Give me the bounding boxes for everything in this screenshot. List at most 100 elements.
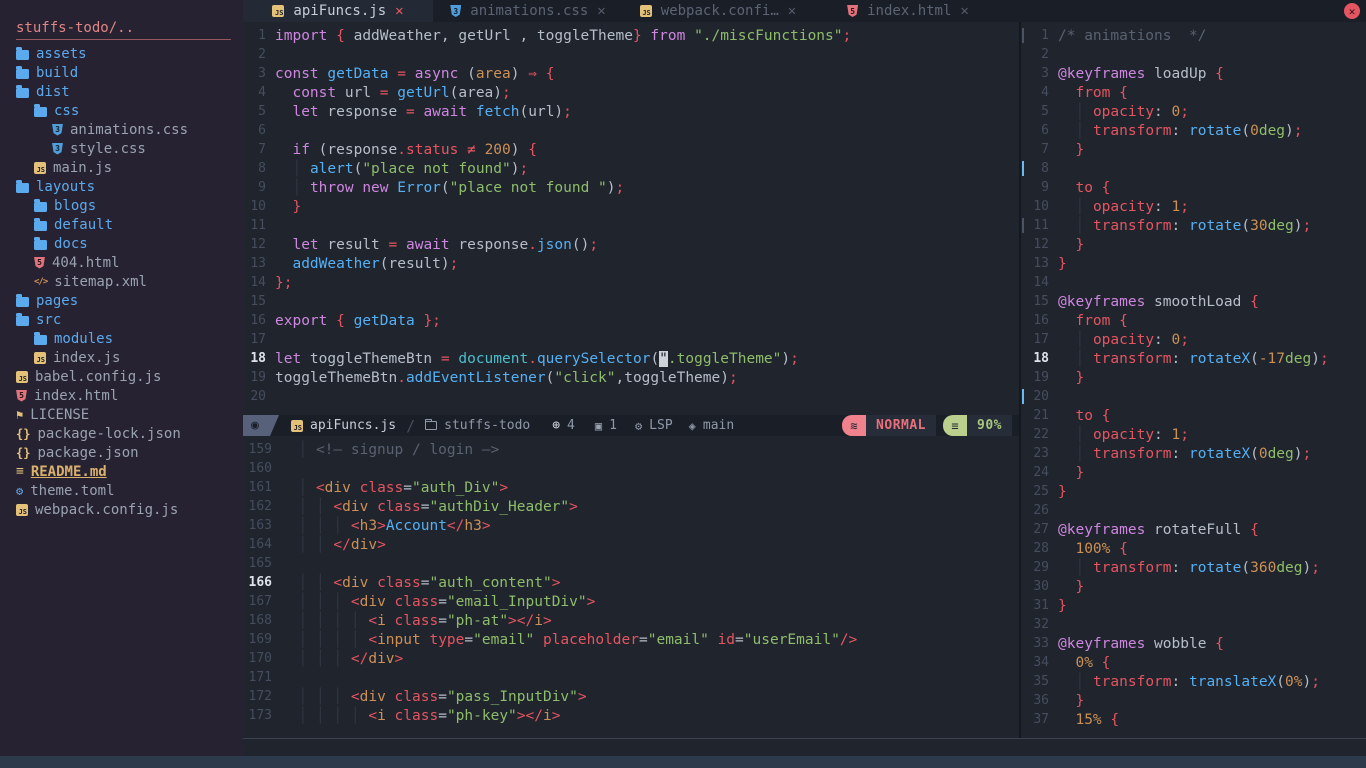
code-text[interactable]: │ opacity: 1; — [1058, 199, 1189, 215]
code-line-10[interactable]: 10 │ opacity: 1; — [1021, 197, 1366, 216]
code-line-32[interactable]: 32 — [1021, 615, 1366, 634]
tree-item-default[interactable]: default — [0, 215, 243, 234]
tab-webpack-confi-[interactable]: JSwebpack.confi…✕ — [623, 0, 813, 22]
code-line-168[interactable]: 168 │ │ │ │ <i class="ph-at"></i> — [243, 611, 1019, 630]
code-text[interactable]: from { — [1058, 85, 1128, 101]
code-text[interactable]: from { — [1058, 313, 1128, 329]
code-text[interactable]: } — [1058, 693, 1084, 709]
code-line-30[interactable]: 30 } — [1021, 577, 1366, 596]
tree-item-modules[interactable]: modules — [0, 329, 243, 348]
code-line-6[interactable]: 6 — [243, 121, 1019, 140]
code-line-18[interactable]: 18let toggleThemeBtn = document.querySel… — [243, 349, 1019, 368]
close-all-button[interactable]: ✕ — [1344, 3, 1360, 19]
tree-item-build[interactable]: build — [0, 63, 243, 82]
code-text[interactable]: toggleThemeBtn.addEventListener("click",… — [275, 370, 738, 386]
code-text[interactable]: @keyframes rotateFull { — [1058, 522, 1259, 538]
code-line-165[interactable]: 165 — [243, 554, 1019, 573]
tree-item-theme.toml[interactable]: ⚙theme.toml — [0, 481, 243, 500]
code-line-27[interactable]: 27@keyframes rotateFull { — [1021, 520, 1366, 539]
tree-root-title[interactable]: stuffs-todo/.. — [16, 20, 231, 40]
code-text[interactable]: @keyframes smoothLoad { — [1058, 294, 1259, 310]
code-text[interactable]: import { addWeather, getUrl , toggleThem… — [275, 28, 851, 44]
code-line-9[interactable]: 9 to { — [1021, 178, 1366, 197]
code-text[interactable]: } — [1058, 142, 1084, 158]
tree-item-docs[interactable]: docs — [0, 234, 243, 253]
code-text[interactable]: @keyframes wobble { — [1058, 636, 1224, 652]
code-line-2[interactable]: 2 — [243, 45, 1019, 64]
code-line-11[interactable]: 11 │ transform: rotate(30deg); — [1021, 216, 1366, 235]
code-line-24[interactable]: 24 } — [1021, 463, 1366, 482]
code-text[interactable]: 100% { — [1058, 541, 1128, 557]
code-line-1[interactable]: 1/* animations */ — [1021, 26, 1366, 45]
code-line-12[interactable]: 12 let result = await response.json(); — [243, 235, 1019, 254]
tree-item-sitemap.xml[interactable]: </>sitemap.xml — [0, 272, 243, 291]
code-line-15[interactable]: 15@keyframes smoothLoad { — [1021, 292, 1366, 311]
code-line-172[interactable]: 172 │ │ │ <div class="pass_InputDiv"> — [243, 687, 1019, 706]
code-text[interactable]: const getData = async (area) ⇒ { — [275, 66, 554, 82]
code-line-167[interactable]: 167 │ │ │ <div class="email_InputDiv"> — [243, 592, 1019, 611]
code-line-34[interactable]: 34 0% { — [1021, 653, 1366, 672]
code-text[interactable]: } — [1058, 484, 1067, 500]
code-line-10[interactable]: 10 } — [243, 197, 1019, 216]
code-line-13[interactable]: 13} — [1021, 254, 1366, 273]
code-line-22[interactable]: 22 │ opacity: 1; — [1021, 425, 1366, 444]
tree-item-src[interactable]: src — [0, 310, 243, 329]
tab-index-html[interactable]: 5index.html✕ — [813, 0, 1003, 22]
code-line-21[interactable]: 21 to { — [1021, 406, 1366, 425]
tree-item-README.md[interactable]: ≡README.md — [0, 462, 243, 481]
code-text[interactable]: }; — [275, 275, 292, 291]
editor-apifuncs[interactable]: 1import { addWeather, getUrl , toggleThe… — [243, 22, 1019, 415]
code-line-171[interactable]: 171 — [243, 668, 1019, 687]
code-text[interactable]: @keyframes loadUp { — [1058, 66, 1224, 82]
tree-item-package.json[interactable]: {}package.json — [0, 443, 243, 462]
code-line-7[interactable]: 7 if (response.status ≠ 200) { — [243, 140, 1019, 159]
code-line-4[interactable]: 4 const url = getUrl(area); — [243, 83, 1019, 102]
tab-close-icon[interactable]: ✕ — [395, 3, 403, 19]
code-text[interactable]: │ alert("place not found"); — [275, 161, 528, 177]
code-text[interactable]: │ │ │ │ <i class="ph-key"></i> — [281, 708, 560, 724]
code-line-5[interactable]: 5 let response = await fetch(url); — [243, 102, 1019, 121]
code-line-8[interactable]: 8 — [1021, 159, 1366, 178]
code-text[interactable]: │ │ │ <h3>Account</h3> — [281, 518, 491, 534]
tab-close-icon[interactable]: ✕ — [788, 3, 796, 19]
code-line-14[interactable]: 14 — [1021, 273, 1366, 292]
tree-item-dist[interactable]: dist — [0, 82, 243, 101]
code-text[interactable]: } — [1058, 465, 1084, 481]
code-text[interactable]: } — [275, 199, 301, 215]
code-line-170[interactable]: 170 │ │ │ </div> — [243, 649, 1019, 668]
code-line-3[interactable]: 3@keyframes loadUp { — [1021, 64, 1366, 83]
code-text[interactable]: let toggleThemeBtn = document.querySelec… — [275, 351, 799, 367]
code-text[interactable]: } — [1058, 256, 1067, 272]
code-line-5[interactable]: 5 │ opacity: 0; — [1021, 102, 1366, 121]
code-line-9[interactable]: 9 │ throw new Error("place not found "); — [243, 178, 1019, 197]
code-line-12[interactable]: 12 } — [1021, 235, 1366, 254]
code-line-20[interactable]: 20 — [1021, 387, 1366, 406]
code-line-33[interactable]: 33@keyframes wobble { — [1021, 634, 1366, 653]
tree-item-layouts[interactable]: layouts — [0, 177, 243, 196]
code-line-37[interactable]: 37 15% { — [1021, 710, 1366, 729]
code-line-19[interactable]: 19toggleThemeBtn.addEventListener("click… — [243, 368, 1019, 387]
tree-item-404.html[interactable]: 5404.html — [0, 253, 243, 272]
tree-item-assets[interactable]: assets — [0, 44, 243, 63]
code-text[interactable]: let result = await response.json(); — [275, 237, 598, 253]
code-line-160[interactable]: 160 — [243, 459, 1019, 478]
code-text[interactable]: to { — [1058, 408, 1110, 424]
code-line-11[interactable]: 11 — [243, 216, 1019, 235]
code-line-1[interactable]: 1import { addWeather, getUrl , toggleThe… — [243, 26, 1019, 45]
code-line-16[interactable]: 16 from { — [1021, 311, 1366, 330]
tree-item-animations.css[interactable]: 3animations.css — [0, 120, 243, 139]
code-line-16[interactable]: 16export { getData }; — [243, 311, 1019, 330]
code-text[interactable]: addWeather(result); — [275, 256, 458, 272]
code-line-36[interactable]: 36 } — [1021, 691, 1366, 710]
tree-item-webpack.config.js[interactable]: JSwebpack.config.js — [0, 500, 243, 519]
tab-apifuncs-js[interactable]: JSapiFuncs.js✕ — [243, 0, 433, 22]
tree-item-index.html[interactable]: 5index.html — [0, 386, 243, 405]
code-line-29[interactable]: 29 │ transform: rotate(360deg); — [1021, 558, 1366, 577]
code-line-28[interactable]: 28 100% { — [1021, 539, 1366, 558]
code-line-2[interactable]: 2 — [1021, 45, 1366, 64]
code-text[interactable]: │ transform: rotateX(-17deg); — [1058, 351, 1329, 367]
code-text[interactable]: │ │ │ </div> — [281, 651, 403, 667]
code-line-4[interactable]: 4 from { — [1021, 83, 1366, 102]
tab-animations-css[interactable]: 3animations.css✕ — [433, 0, 623, 22]
code-line-35[interactable]: 35 │ transform: translateX(0%); — [1021, 672, 1366, 691]
